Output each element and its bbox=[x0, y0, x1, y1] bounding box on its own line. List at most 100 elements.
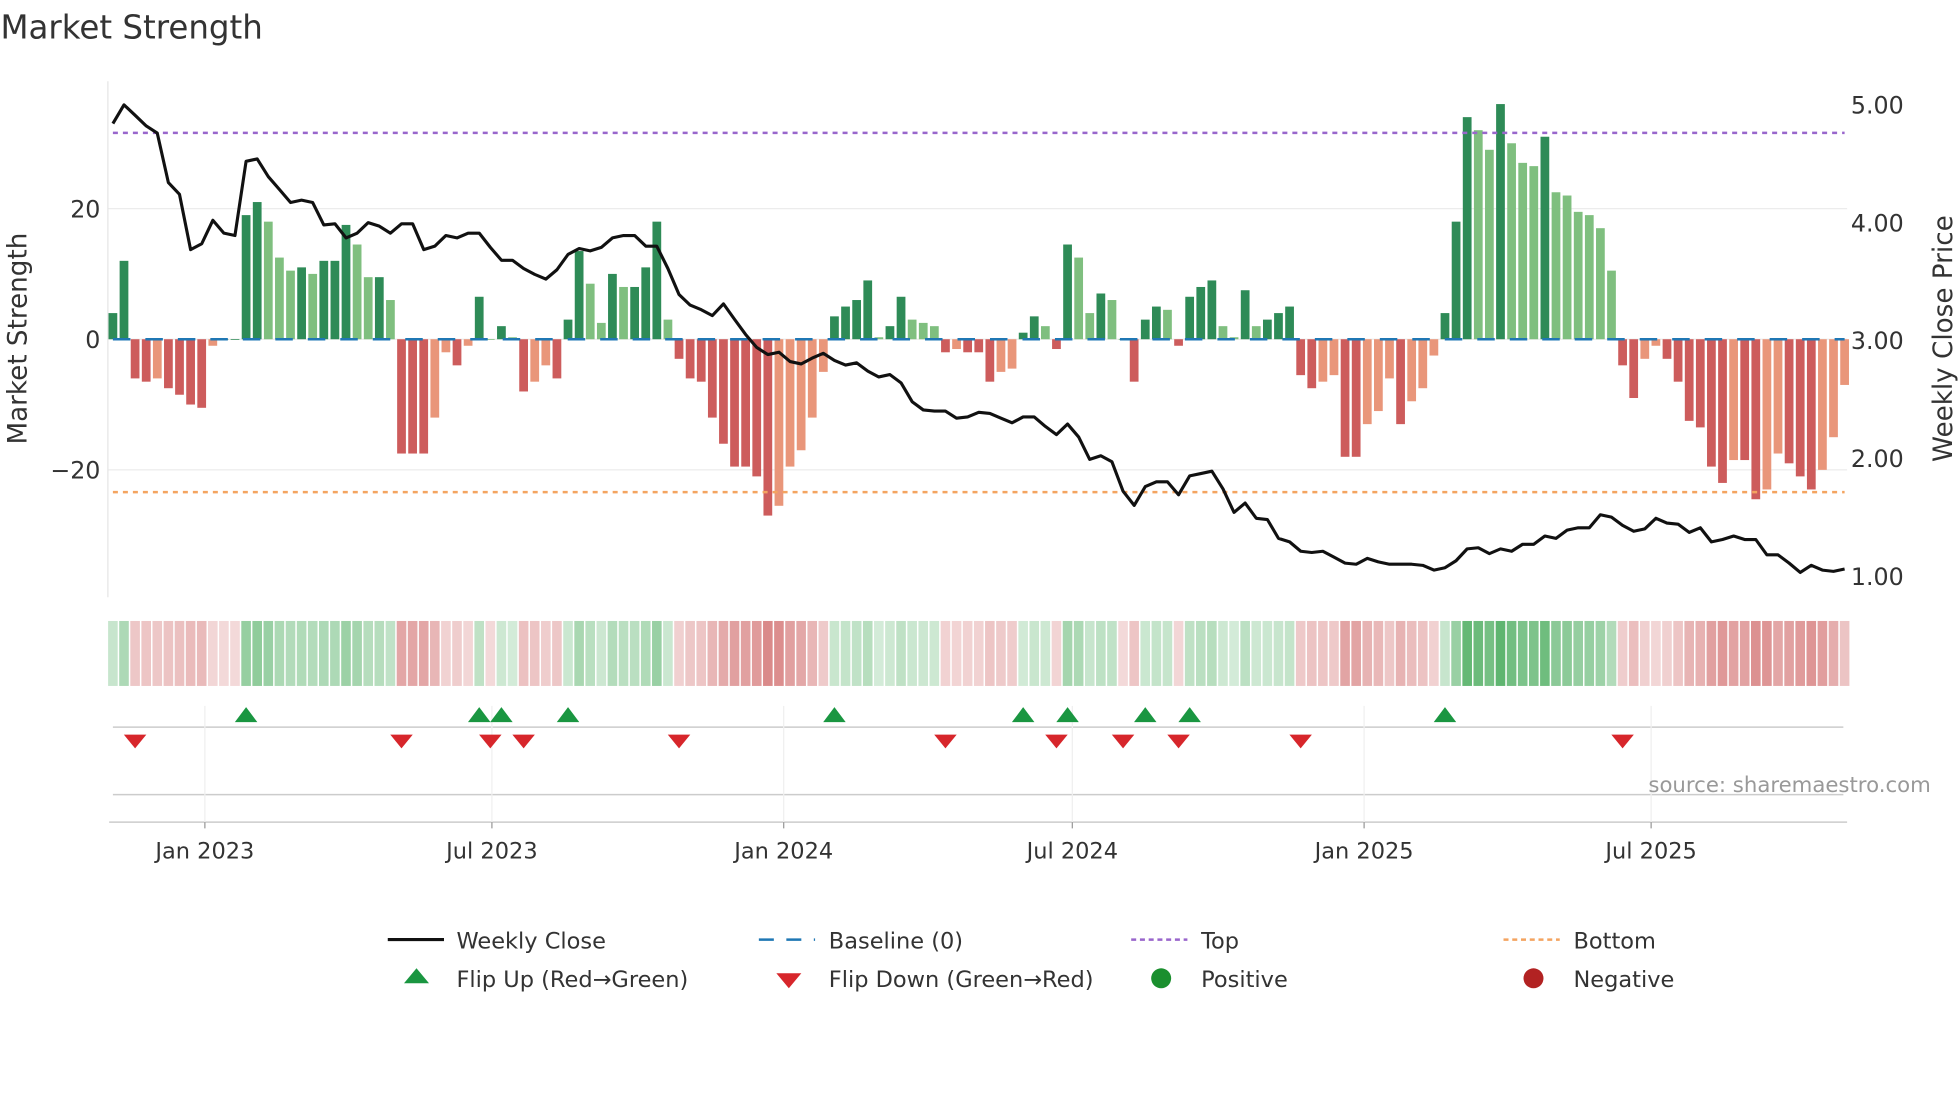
strength-bar bbox=[630, 286, 640, 340]
strength-strip-cell bbox=[985, 620, 995, 686]
strength-bar bbox=[1196, 286, 1206, 340]
strength-strip-cell bbox=[219, 620, 229, 686]
strength-bar bbox=[263, 221, 273, 340]
strength-bar bbox=[1840, 339, 1849, 385]
strength-strip-cell bbox=[1517, 620, 1528, 686]
legend-bottom-label: Bottom bbox=[1573, 928, 1655, 954]
strength-strip-cell bbox=[996, 620, 1006, 686]
strength-bar bbox=[1063, 244, 1072, 340]
strength-bar bbox=[1240, 290, 1250, 340]
strength-strip-cell bbox=[707, 620, 718, 686]
strength-strip-cell bbox=[1717, 620, 1728, 686]
strength-strip-cell bbox=[696, 620, 707, 686]
flip-up-marker bbox=[1056, 707, 1079, 723]
strength-bar bbox=[841, 306, 850, 340]
strength-strip-cell bbox=[1107, 620, 1117, 686]
strength-strip-cell bbox=[951, 620, 962, 686]
strength-bar bbox=[596, 322, 606, 340]
strength-bar bbox=[1385, 339, 1394, 379]
strength-bar bbox=[1496, 104, 1505, 340]
flip-up-marker bbox=[1134, 707, 1157, 723]
strength-bar bbox=[1551, 192, 1561, 340]
y-tick-label: −20 bbox=[50, 457, 100, 485]
strength-bar bbox=[896, 296, 906, 340]
flip-down-marker bbox=[123, 734, 147, 749]
strength-bar bbox=[441, 339, 451, 353]
strength-strip-cell bbox=[1506, 620, 1517, 686]
strength-strip-cell bbox=[441, 620, 451, 686]
strength-strip-cell bbox=[1384, 620, 1395, 686]
strength-bar bbox=[663, 319, 673, 340]
strength-strip-cell bbox=[718, 620, 729, 686]
strength-strip-cell bbox=[418, 620, 429, 686]
strength-strip-cell bbox=[796, 620, 806, 686]
strength-strip-cell bbox=[319, 620, 329, 686]
strength-strip-cell bbox=[1129, 620, 1139, 686]
strength-bar bbox=[408, 339, 417, 454]
strength-bar bbox=[363, 277, 373, 340]
strength-strip-cell bbox=[552, 620, 562, 686]
strength-strip-cell bbox=[1673, 620, 1683, 686]
strength-strip-cell bbox=[207, 620, 218, 686]
y-axis-label: Market Strength bbox=[4, 233, 34, 445]
strength-strip-cell bbox=[385, 620, 396, 686]
legend-top-label: Top bbox=[1200, 928, 1239, 954]
strength-strip-cell bbox=[1695, 620, 1706, 686]
strength-bar bbox=[996, 339, 1006, 372]
strength-strip-cell bbox=[174, 620, 185, 686]
strength-bar bbox=[1773, 339, 1783, 454]
strength-bar bbox=[197, 339, 207, 408]
strength-strip-cell bbox=[1762, 620, 1772, 686]
strength-strip-cell bbox=[1273, 620, 1284, 686]
strength-bar bbox=[1573, 211, 1583, 340]
strength-bar bbox=[1251, 326, 1261, 340]
strength-bar bbox=[374, 277, 384, 340]
strength-strip-cell bbox=[918, 620, 929, 686]
strength-bar bbox=[1507, 143, 1516, 340]
strength-strip-cell bbox=[1406, 620, 1417, 686]
strength-strip-cell bbox=[1318, 620, 1328, 686]
legend-negative-label: Negative bbox=[1573, 967, 1674, 993]
strength-bar bbox=[1740, 339, 1750, 461]
strength-strip-cell bbox=[1251, 620, 1262, 686]
flip-down-marker bbox=[512, 734, 535, 749]
strength-bar bbox=[1296, 339, 1306, 376]
strength-strip-cell bbox=[885, 620, 895, 686]
strength-strip-cell bbox=[1639, 620, 1650, 686]
strength-bar bbox=[1074, 257, 1084, 340]
strength-bar bbox=[1462, 117, 1472, 340]
strength-bar bbox=[1618, 339, 1627, 366]
strength-bar bbox=[275, 257, 284, 340]
strength-strip-cell bbox=[363, 620, 374, 686]
strength-strip-cell bbox=[452, 620, 462, 686]
strength-bar bbox=[1351, 339, 1361, 457]
strength-bar bbox=[696, 339, 706, 382]
strength-strip-cell bbox=[196, 620, 207, 686]
x-tick-label: Jul 2025 bbox=[1603, 838, 1696, 864]
strength-strip-cell bbox=[1839, 620, 1850, 686]
strength-strip-cell bbox=[1295, 620, 1306, 686]
strength-strip-cell bbox=[785, 620, 795, 686]
x-tick-label: Jul 2023 bbox=[444, 838, 537, 864]
strength-strip-cell bbox=[629, 620, 640, 686]
strength-bar bbox=[1107, 300, 1117, 340]
strength-bar bbox=[1673, 339, 1683, 382]
flip-up-marker bbox=[823, 707, 846, 723]
strength-bar bbox=[1629, 339, 1639, 399]
legend-flip-up-label: Flip Up (Red→Green) bbox=[456, 967, 688, 993]
strength-bar bbox=[1518, 162, 1528, 340]
x-tick-label: Jan 2023 bbox=[153, 838, 254, 864]
strength-bar bbox=[1762, 339, 1772, 490]
strength-bar bbox=[474, 296, 484, 340]
strength-bar bbox=[1695, 339, 1705, 428]
strength-strip-cell bbox=[1007, 620, 1017, 686]
strength-strip-cell bbox=[929, 620, 940, 686]
strength-bar bbox=[1362, 339, 1372, 425]
strength-bar bbox=[985, 339, 995, 382]
strength-strip-cell bbox=[1051, 620, 1062, 686]
strength-bar bbox=[608, 273, 617, 340]
strength-strip-cell bbox=[1118, 620, 1128, 686]
strength-bar bbox=[830, 316, 839, 340]
strength-bar bbox=[730, 339, 739, 467]
strength-strip-cell bbox=[1096, 620, 1106, 686]
